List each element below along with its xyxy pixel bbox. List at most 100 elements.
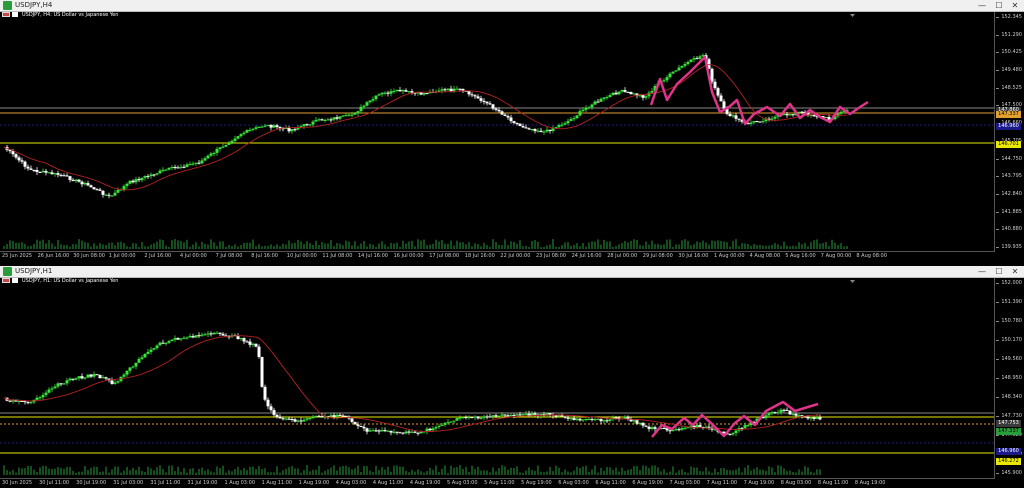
candle-body	[392, 90, 396, 92]
price-tick-label: 151.290	[996, 31, 1022, 38]
candle-body	[305, 418, 309, 420]
time-axis[interactable]: 30 Jun 2025 30 Jul 11:00 30 Jul 19:00 31 Ju…	[0, 478, 995, 488]
candle-body	[35, 397, 39, 400]
minimize-button[interactable]: —	[974, 266, 990, 277]
candle-body	[113, 192, 117, 196]
candle-body	[377, 430, 381, 432]
chart-plot-area[interactable]: USDJPY, H1: US Dollar vs Japanese Yen	[0, 278, 995, 478]
candle-body	[434, 427, 438, 429]
price-axis[interactable]: 152.345 151.290 150.425 149.480 148.525 147.5…	[994, 12, 1024, 252]
minimize-button[interactable]: —	[974, 0, 990, 11]
time-tick-label: 6 Aug 03:00	[558, 480, 589, 486]
candle-body	[488, 416, 492, 418]
time-tick-label: 30 Jul 11:00	[39, 480, 70, 486]
candle-body	[260, 357, 264, 387]
candle-body	[338, 116, 342, 119]
price-tick-label: 148.950	[996, 375, 1022, 381]
candle-body	[476, 416, 480, 419]
candle-body	[116, 189, 120, 193]
candle-body	[497, 109, 501, 112]
chart-plot-area[interactable]: USDJPY, H4: US Dollar vs Japanese Yen	[0, 12, 995, 252]
maximize-button[interactable]: ☐	[991, 266, 1007, 277]
window-titlebar[interactable]: USDJPY,H1 — ☐ ✕	[0, 266, 1024, 278]
candle-body	[260, 126, 264, 128]
candle-body	[596, 101, 600, 103]
candle-body	[389, 91, 393, 94]
candle-body	[629, 91, 633, 95]
candle-body	[134, 362, 138, 367]
candle-body	[326, 119, 330, 121]
candle-body	[113, 382, 117, 384]
candle-body	[350, 418, 354, 422]
candle-body	[308, 417, 312, 419]
candle-body	[197, 162, 201, 164]
candle-body	[209, 333, 213, 335]
candle-body	[149, 349, 153, 352]
candle-body	[95, 374, 99, 376]
candle-body	[632, 420, 636, 422]
candle-body	[320, 416, 324, 418]
candle-body	[257, 346, 261, 358]
candle-body	[515, 122, 519, 124]
price-level-label: 146.960	[996, 123, 1021, 130]
candle-body	[11, 151, 15, 155]
candle-body	[608, 419, 612, 421]
candle-body	[278, 416, 282, 419]
candle-body	[14, 154, 18, 158]
candle-body	[194, 162, 198, 164]
candle-body	[374, 95, 378, 100]
candle-body	[239, 134, 243, 137]
candle-body	[110, 380, 114, 384]
candle-body	[158, 342, 162, 346]
window-title: USDJPY,H4	[15, 1, 53, 9]
candle-body	[383, 430, 387, 432]
candle-body	[53, 173, 57, 175]
chart-window-h1[interactable]: USDJPY,H1 — ☐ ✕ USDJPY, H1: US Dollar vs…	[0, 266, 1024, 488]
time-axis[interactable]: 25 Jun 2025 26 Jun 16:00 30 Jun 08:00 1 Jul…	[0, 251, 995, 261]
candle-body	[563, 416, 567, 418]
price-tick-label: 143.795	[996, 173, 1022, 180]
candle-body	[350, 114, 354, 116]
candle-body	[404, 431, 408, 434]
candle-body	[155, 345, 159, 349]
price-tick-label: 145.900	[996, 470, 1022, 476]
candle-body	[26, 402, 30, 404]
candle-body	[176, 167, 180, 169]
close-button[interactable]: ✕	[1007, 266, 1023, 277]
close-button[interactable]: ✕	[1007, 0, 1023, 11]
maximize-button[interactable]: ☐	[991, 0, 1007, 11]
candle-body	[494, 415, 498, 417]
candle-body	[362, 105, 366, 107]
candle-body	[47, 389, 51, 393]
price-axis[interactable]: 152.000 151.390 150.780 150.170 149.560 148.9…	[994, 278, 1024, 478]
candle-body	[743, 425, 747, 429]
candle-body	[140, 177, 144, 181]
candle-body	[251, 128, 255, 130]
candle-body	[572, 418, 576, 420]
candle-body	[512, 121, 516, 123]
candle-body	[299, 420, 303, 422]
window-titlebar[interactable]: USDJPY,H4 — ☐ ✕	[0, 0, 1024, 12]
candle-body	[116, 381, 120, 383]
price-tick-label: 152.000	[996, 280, 1022, 286]
candle-body	[17, 400, 21, 402]
candle-body	[584, 107, 588, 110]
candle-body	[359, 426, 363, 428]
candle-body	[674, 70, 678, 72]
candle-body	[758, 121, 762, 123]
time-tick-label: 5 Aug 19:00	[521, 480, 552, 486]
candle-body	[278, 126, 282, 129]
candle-body	[578, 418, 582, 421]
candle-body	[524, 413, 528, 415]
price-tick-label: 148.525	[996, 84, 1022, 91]
candle-body	[641, 422, 645, 426]
chart-window-h4[interactable]: USDJPY,H4 — ☐ ✕ USDJPY, H4: US Dollar vs…	[0, 0, 1024, 263]
candle-body	[587, 107, 591, 109]
candle-body	[149, 174, 153, 177]
candle-body	[164, 169, 168, 171]
candle-body	[560, 415, 564, 417]
candle-body	[716, 88, 720, 96]
price-tick-label: 152.345	[996, 14, 1022, 20]
candle-body	[581, 419, 585, 421]
candle-body	[392, 431, 396, 433]
